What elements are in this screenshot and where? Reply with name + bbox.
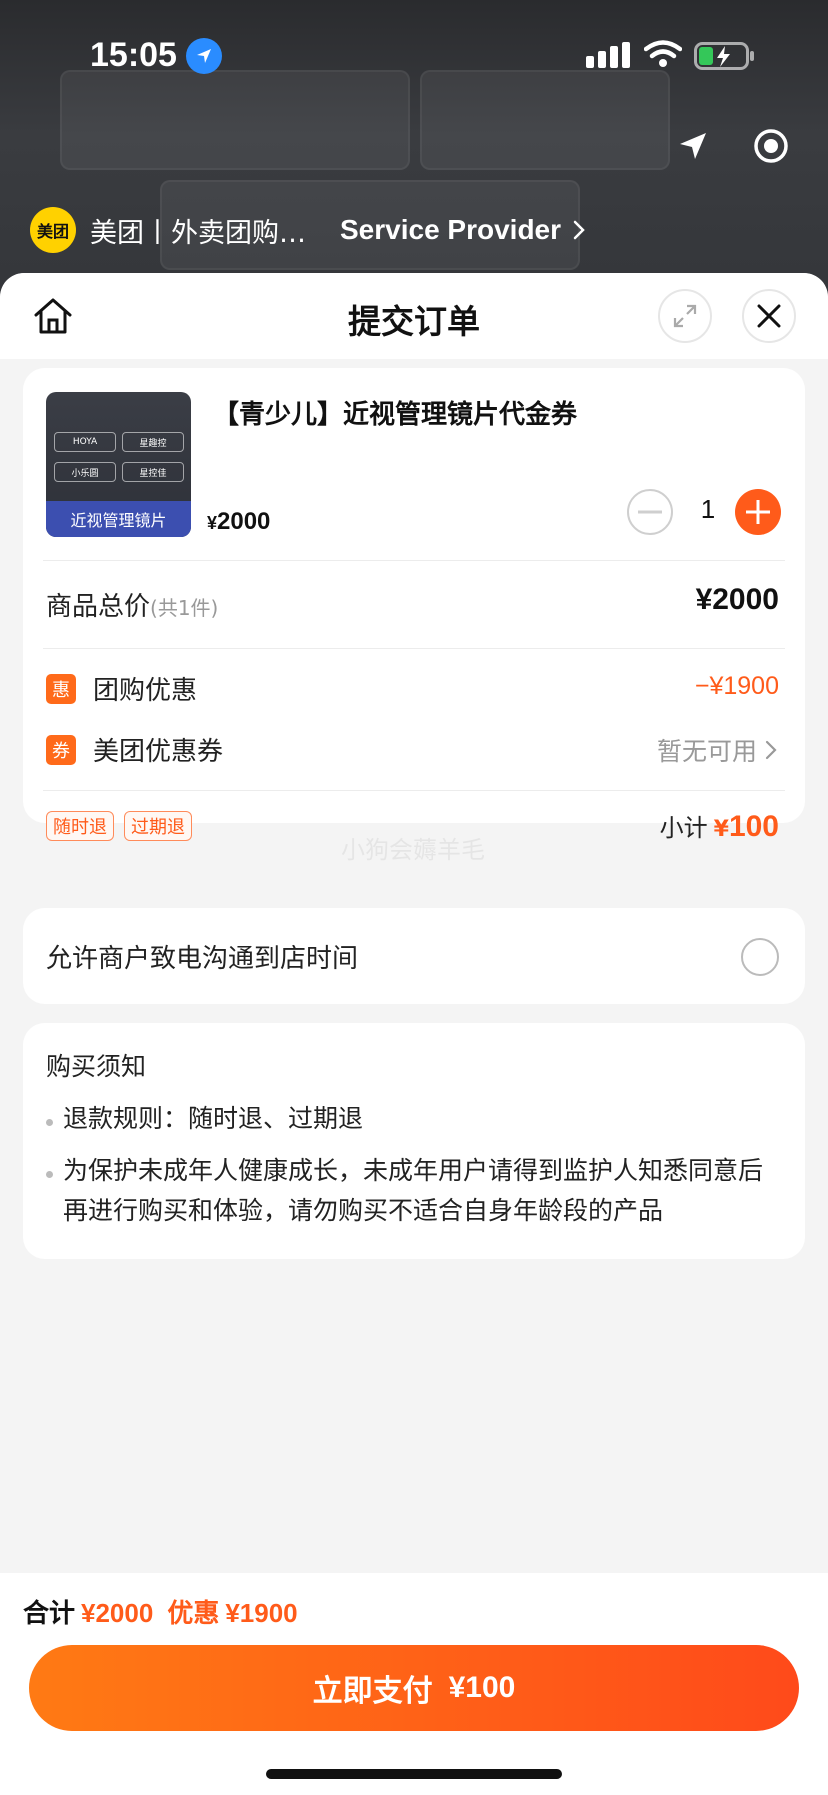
location-arrow-icon [186,38,222,74]
notice-item: 退款规则：随时退、过期退 [63,1104,364,1133]
mini-program-info: 美团 美团丨外卖团购… Service Provider [30,205,589,255]
group-discount-value: −¥1900 [694,672,779,700]
notice-item: 为保护未成年人健康成长，未成年用户请得到监护人知悉同意后再进行购买和体验，请勿购… [63,1156,764,1225]
record-circle-icon [754,129,788,163]
close-icon [757,304,781,328]
meituan-logo: 美团 [30,207,76,253]
total-price-label: 商品总价(共1件) [46,586,218,623]
thumb-brand: HOYA [54,432,116,452]
total-price-text: 商品总价 [46,592,151,622]
contact-option-card[interactable]: 允许商户致电沟通到店时间 [23,908,805,1004]
mini-program-name[interactable]: 美团丨外卖团购… [90,211,306,250]
product-name: 【青少儿】近视管理镜片代金券 [213,400,578,430]
discount-label: 优惠 [167,1599,220,1629]
sheet-header: 提交订单 [0,273,828,359]
contact-option-checkbox[interactable] [741,938,779,976]
divider [43,790,785,791]
home-indicator[interactable] [266,1769,562,1779]
mini-program-capsule [650,112,828,182]
close-button[interactable] [742,289,796,343]
bullet [46,1171,53,1178]
bullet [46,1119,53,1126]
contact-option-label: 允许商户致电沟通到店时间 [46,944,359,974]
total-price-value: ¥2000 [695,583,779,616]
status-bar: 15:05 [0,0,828,110]
wifi-icon [644,40,682,67]
cellular-signal-icon [586,42,630,68]
notice-title: 购买须知 [46,1052,147,1081]
coupon-value: 暂无可用 [656,737,757,766]
checkout-footer: 合计 ¥2000 优惠 ¥1900 立即支付 ¥100 [0,1573,828,1795]
coupon-label: 美团优惠券 [93,737,224,767]
purchase-notice-card: 购买须知 退款规则：随时退、过期退 为保护未成年人健康成长，未成年用户请得到监护… [23,1023,805,1259]
total-label: 合计 [23,1599,76,1629]
thumb-brand: 星趣控 [122,432,184,452]
coupon-selector[interactable]: 暂无可用 [657,732,779,768]
order-summary: 合计 ¥2000 优惠 ¥1900 [23,1593,312,1630]
thumb-brand: 小乐圆 [54,462,116,482]
pay-now-button[interactable]: 立即支付 ¥100 [29,1645,799,1731]
plus-icon [746,500,770,524]
total-value: ¥2000 [81,1598,154,1628]
thumb-brand: 星控佳 [122,462,184,482]
quantity-increase-button[interactable] [735,489,781,535]
status-time: 15:05 [90,36,177,74]
product-thumbnail[interactable]: HOYA 星趣控 小乐圆 星控佳 近视管理镜片 [46,392,191,537]
order-card: HOYA 星趣控 小乐圆 星控佳 近视管理镜片 【青少儿】近视管理镜片代金券 ¥… [23,368,805,823]
chevron-right-icon [573,220,585,240]
thumb-caption: 近视管理镜片 [46,501,191,537]
pay-amount: ¥100 [448,1671,516,1704]
navigation-arrow-icon [680,133,706,159]
item-count: (共1件) [150,596,219,620]
expand-icon [673,304,697,328]
price-currency: ¥ [207,513,218,533]
coupon-badge: 券 [46,735,76,765]
product-price: ¥2000 [207,508,270,536]
watermark: 小狗会薅羊毛 [341,836,485,864]
divider [43,648,785,649]
service-provider-link[interactable]: Service Provider [340,214,589,246]
expand-button[interactable] [658,289,712,343]
price-value: 2000 [217,508,271,535]
divider [43,560,785,561]
minus-icon [638,510,662,514]
group-discount-label: 团购优惠 [93,676,198,706]
chevron-right-icon [765,740,777,760]
order-sheet: 提交订单 HOYA 星趣控 小乐圆 星控佳 近视管理镜片 【青少儿】近视管理镜片… [0,273,828,1795]
quantity-value: 1 [700,494,716,524]
service-provider-label: Service Provider [340,214,562,245]
discount-badge: 惠 [46,674,76,704]
discount-value: ¥1900 [225,1598,298,1628]
capsule-close-button[interactable] [732,112,810,180]
location-button[interactable] [654,112,732,180]
quantity-decrease-button[interactable] [627,489,673,535]
pay-label: 立即支付 [312,1674,433,1709]
battery-charging-icon [694,42,754,70]
